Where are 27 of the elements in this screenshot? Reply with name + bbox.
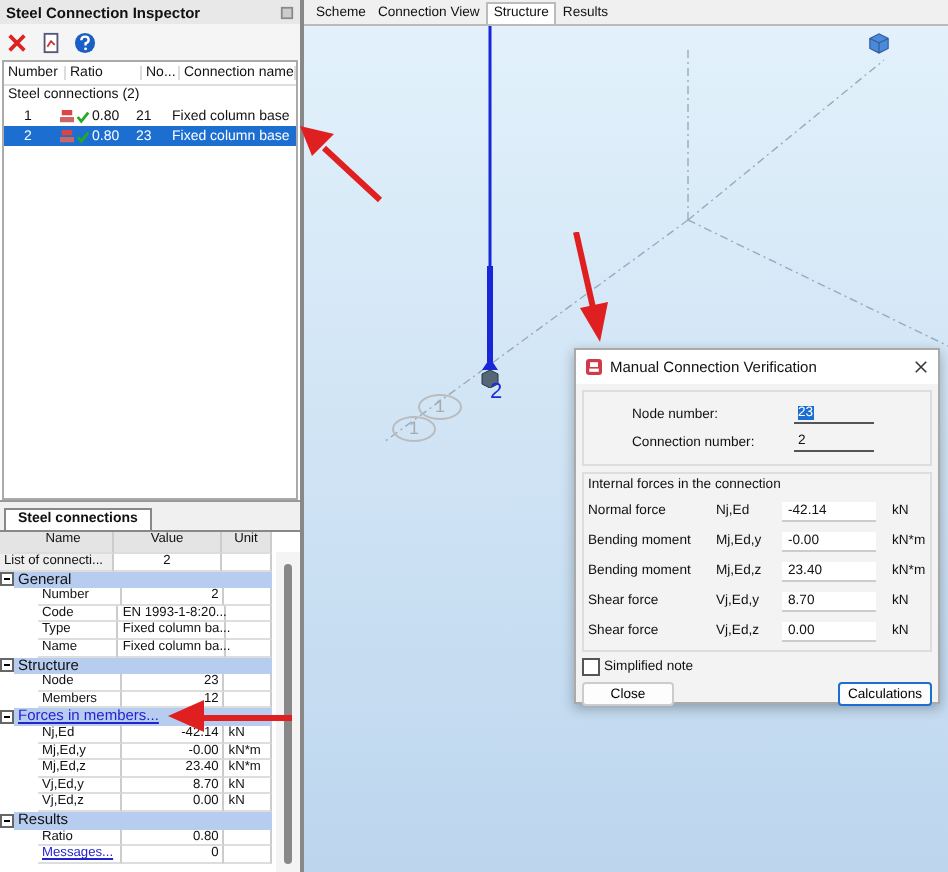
- collapse-icon[interactable]: [0, 658, 14, 673]
- connection-icon: [60, 129, 74, 143]
- delete-icon[interactable]: [6, 31, 28, 53]
- checkbox[interactable]: [582, 658, 600, 676]
- close-icon[interactable]: [914, 360, 928, 374]
- unit-cell: [226, 622, 272, 640]
- unit-cell: [224, 588, 273, 606]
- annotation-arrow: [168, 700, 292, 732]
- pin-icon[interactable]: [280, 5, 294, 19]
- member-label: 1: [392, 416, 436, 442]
- connection-icon: [60, 109, 74, 123]
- annotation-arrow: [300, 124, 384, 204]
- collapse-icon[interactable]: [0, 813, 14, 828]
- member-label: 1: [418, 394, 462, 420]
- unit-cell: [224, 846, 273, 864]
- unit-cell: [224, 829, 273, 847]
- unit-cell: [224, 674, 273, 692]
- app-icon: [586, 358, 602, 376]
- annotation-arrow: [570, 232, 610, 344]
- help-icon[interactable]: [74, 31, 96, 53]
- cube-icon: [868, 32, 890, 54]
- document-icon[interactable]: [40, 31, 62, 53]
- unit-cell: [226, 605, 272, 623]
- scrollbar[interactable]: [276, 552, 300, 872]
- collapse-icon[interactable]: [0, 572, 14, 587]
- node-label: 2: [490, 380, 503, 404]
- collapse-icon[interactable]: [0, 710, 14, 725]
